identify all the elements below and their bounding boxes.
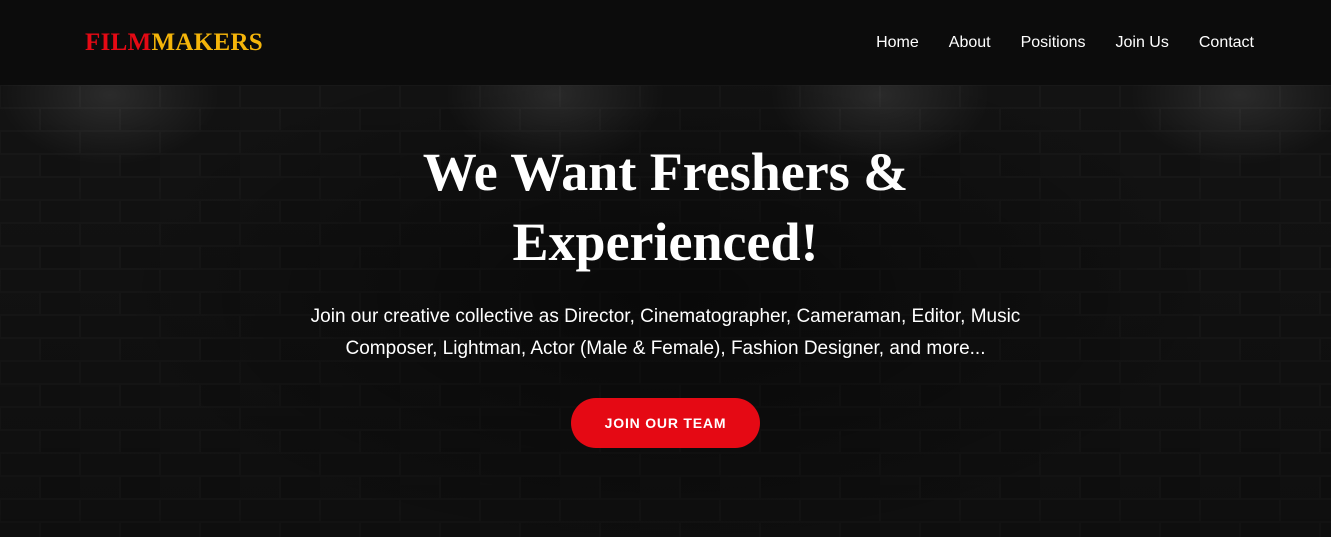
nav-link-about[interactable]: About xyxy=(949,34,991,52)
nav-link-contact[interactable]: Contact xyxy=(1199,34,1254,52)
hero-section: We Want Freshers & Experienced! Join our… xyxy=(0,85,1331,537)
logo-makers: MAKERS xyxy=(151,28,264,56)
join-our-team-button[interactable]: JOIN OUR TEAM xyxy=(571,398,760,448)
nav-link-home[interactable]: Home xyxy=(876,34,919,52)
navbar: FILMMAKERS Home About Positions Join Us … xyxy=(0,0,1331,85)
nav-link-positions[interactable]: Positions xyxy=(1021,34,1086,52)
hero-subtitle: Join our creative collective as Director… xyxy=(310,306,1021,359)
nav-link-join-us[interactable]: Join Us xyxy=(1116,34,1169,52)
hero-title: We Want Freshers & Experienced! xyxy=(422,142,909,272)
site-logo[interactable]: FILMMAKERS xyxy=(85,29,263,57)
nav-menu: Home About Positions Join Us Contact xyxy=(846,34,1254,52)
logo-film: FILM xyxy=(85,28,152,56)
hero-content: We Want Freshers & Experienced! Join our… xyxy=(0,85,1331,448)
